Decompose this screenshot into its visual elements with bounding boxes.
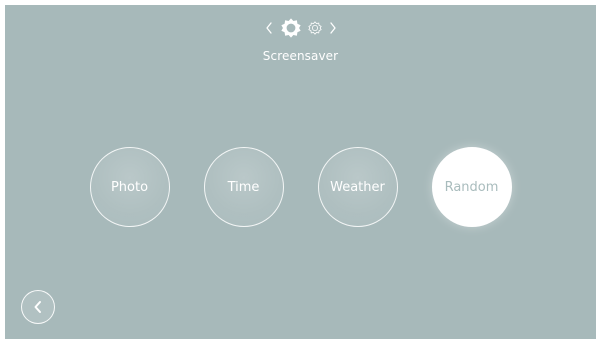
gear-icon — [280, 17, 302, 39]
chevron-right-icon[interactable] — [328, 20, 338, 36]
option-weather-button[interactable]: Weather — [317, 147, 398, 227]
gear-outline-icon[interactable] — [307, 21, 322, 35]
option-time-button[interactable]: Time — [203, 147, 284, 227]
page-title: Screensaver — [262, 49, 339, 63]
screensaver-screen: Screensaver Photo Time Weather Random — [5, 5, 596, 339]
back-button[interactable] — [21, 290, 55, 324]
option-random-button[interactable]: Random — [431, 147, 512, 227]
chevron-left-icon — [32, 300, 44, 314]
screensaver-options: Photo Time Weather Random — [5, 147, 596, 227]
chevron-left-icon[interactable] — [264, 20, 274, 36]
settings-carousel — [264, 15, 338, 41]
header: Screensaver — [5, 15, 596, 63]
option-photo-button[interactable]: Photo — [89, 147, 170, 227]
